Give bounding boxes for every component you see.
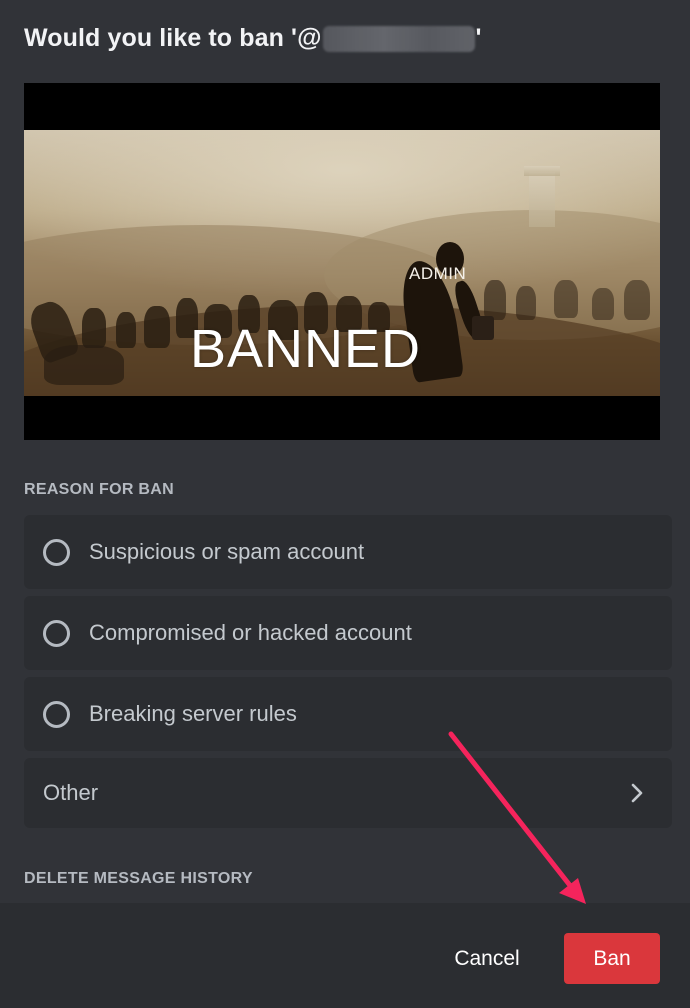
redacted-username [322,25,475,52]
gif-scene-image: ADMIN BANNED [24,130,660,396]
gif-caption-banned: BANNED [190,319,422,379]
reason-option-spam[interactable]: Suspicious or spam account [24,515,672,589]
reason-option-label: Suspicious or spam account [89,539,365,564]
radio-unchecked-icon[interactable] [43,538,70,566]
dialog-title-prefix: Would you like to ban '@ [24,24,322,52]
reason-option-compromised[interactable]: Compromised or hacked account [24,596,672,670]
radio-unchecked-icon[interactable] [43,619,70,647]
gif-caption-admin: ADMIN [409,264,467,283]
chevron-right-icon [626,782,648,804]
reason-option-label: Breaking server rules [89,701,297,726]
reason-other-label: Other [43,780,99,805]
ban-button[interactable]: Ban [564,933,660,984]
reason-option-label: Compromised or hacked account [89,620,412,645]
reason-option-other[interactable]: Other [24,758,672,828]
ban-dialog: Would you like to ban '@ ' ADMIN BANNED … [0,0,690,1008]
reason-section-label: REASON FOR BAN [24,481,174,498]
ban-gif-preview: ADMIN BANNED [24,83,660,440]
radio-unchecked-icon[interactable] [43,700,70,728]
cancel-button[interactable]: Cancel [440,934,534,984]
dialog-title-suffix: ' [475,24,482,52]
reason-option-rules[interactable]: Breaking server rules [24,677,672,751]
delete-history-section-label: DELETE MESSAGE HISTORY [24,870,253,887]
dialog-title: Would you like to ban '@ ' [24,24,482,53]
